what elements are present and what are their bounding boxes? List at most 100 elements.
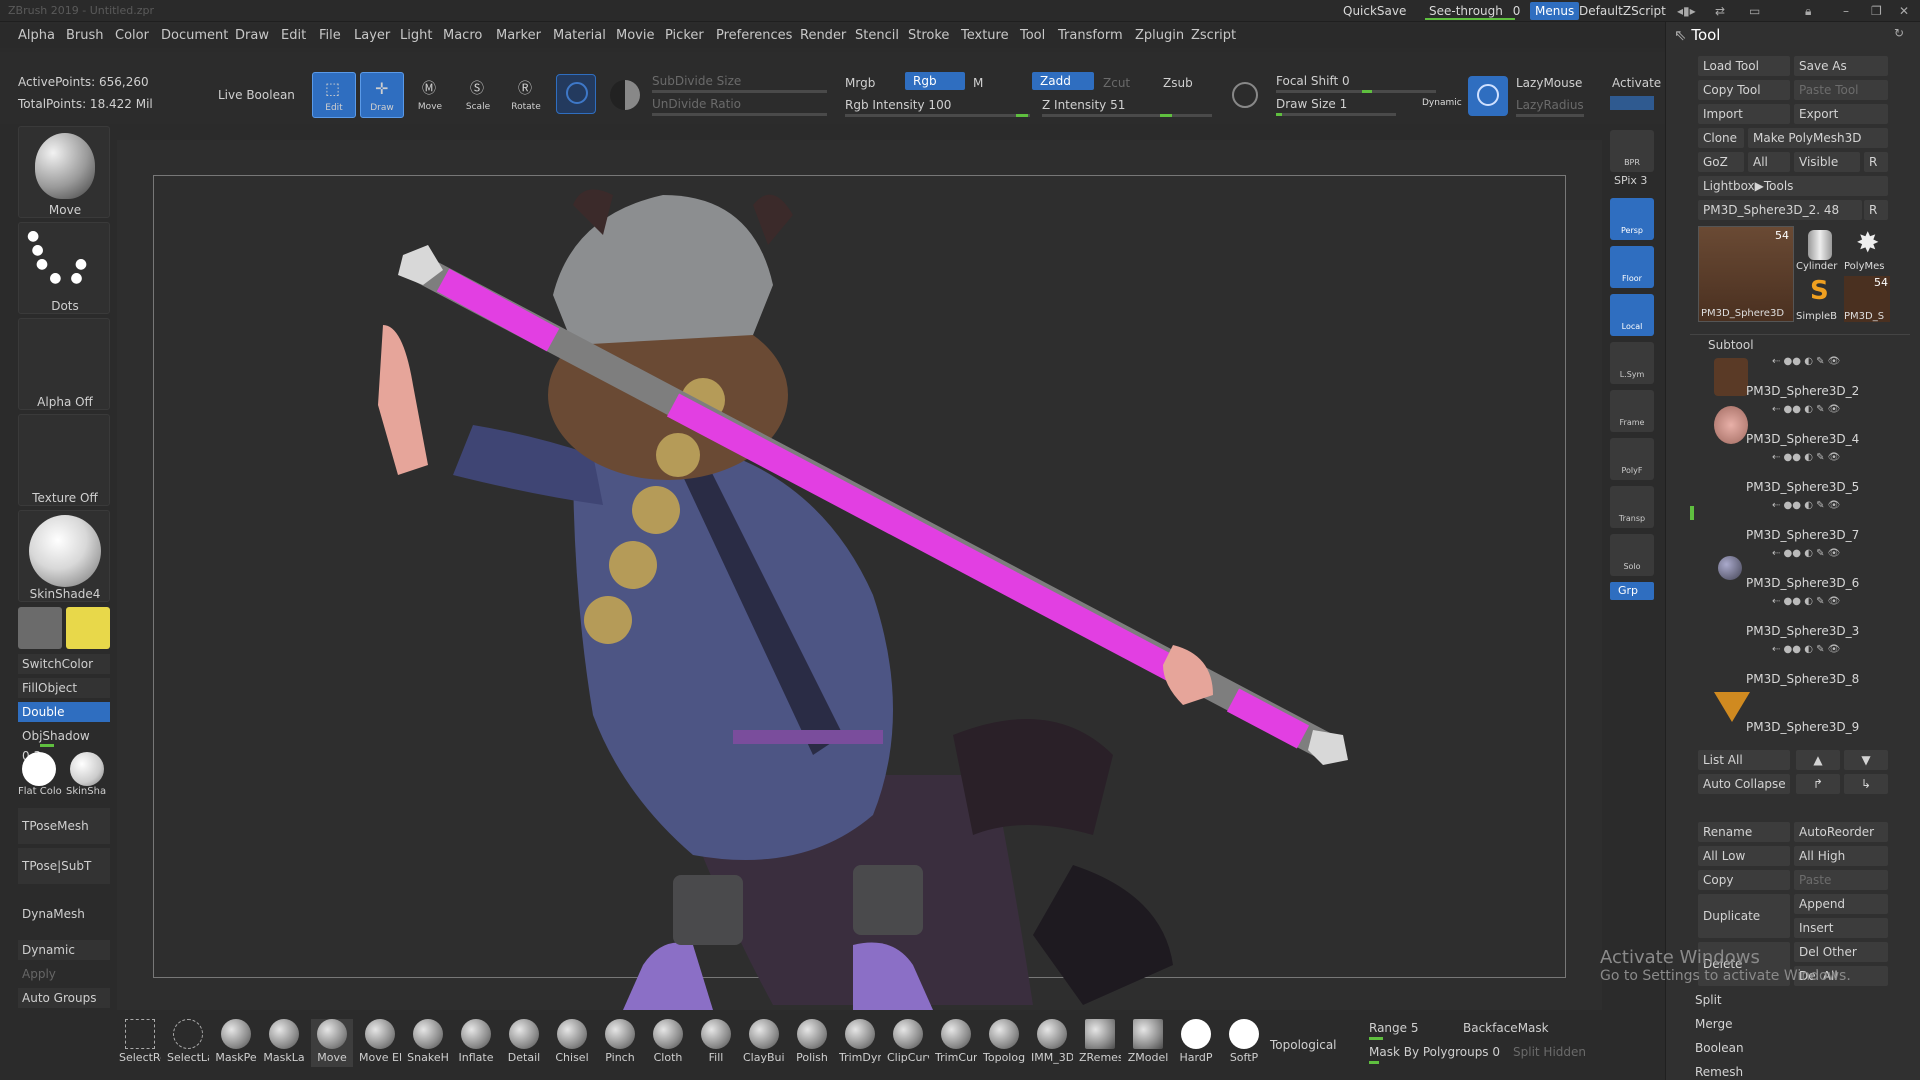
z-intensity-slider[interactable] — [1042, 114, 1212, 117]
brush-slot[interactable]: MaskLa — [263, 1019, 305, 1067]
list-all-button[interactable]: List All — [1698, 750, 1790, 770]
move-top-icon[interactable]: ↱ — [1796, 774, 1840, 794]
focal-shift[interactable]: Focal Shift 0 — [1276, 74, 1350, 88]
bpr-button[interactable]: BPR — [1610, 130, 1654, 172]
solo-button[interactable]: Solo — [1610, 534, 1654, 576]
menu-light[interactable]: Light — [400, 28, 432, 43]
skinshade-icon[interactable] — [70, 752, 104, 786]
mask-by-polygroups-slider[interactable]: Mask By Polygroups 0 — [1369, 1045, 1500, 1059]
brush-slot[interactable]: Fill — [695, 1019, 737, 1067]
tool-thumb-simpleb[interactable]: S SimpleB — [1796, 276, 1842, 322]
fillobject-button[interactable]: FillObject — [18, 678, 110, 698]
apply-button[interactable]: Apply — [18, 964, 110, 984]
persp-button[interactable]: Persp — [1610, 198, 1654, 240]
zadd-button[interactable]: Zadd — [1032, 72, 1094, 90]
model-render[interactable] — [153, 175, 1566, 1010]
brush-slot[interactable]: ClipCurv — [887, 1019, 929, 1067]
brush-slot[interactable]: Inflate — [455, 1019, 497, 1067]
brush-slot[interactable]: Move El — [359, 1019, 401, 1067]
menu-transform[interactable]: Transform — [1058, 28, 1123, 43]
menu-layer[interactable]: Layer — [354, 28, 390, 43]
make-polymesh3d-button[interactable]: Make PolyMesh3D — [1748, 128, 1888, 148]
texture-thumbnail[interactable]: Texture Off — [18, 414, 110, 506]
merge-menu[interactable]: Merge — [1690, 1014, 1890, 1034]
brush-slot[interactable]: ClayBuil — [743, 1019, 785, 1067]
subdivide-size-slider[interactable] — [652, 90, 827, 93]
lazyradius-slider[interactable] — [1516, 114, 1584, 117]
move-bottom-icon[interactable]: ↳ — [1844, 774, 1888, 794]
lightbox-tools-button[interactable]: Lightbox▶Tools — [1698, 176, 1888, 196]
rgb-intensity[interactable]: Rgb Intensity 100 — [845, 98, 951, 112]
menu-tool[interactable]: Tool — [1020, 28, 1045, 43]
brush-thumbnail[interactable]: Move — [18, 126, 110, 218]
split-menu[interactable]: Split — [1690, 990, 1890, 1010]
subtool-item[interactable]: ⇠ ●● ◐ ✎ 👁︎ PM3D_Sphere3D_8 — [1714, 644, 1884, 690]
swap-icon[interactable]: ⇄ — [1710, 2, 1730, 20]
brush-slot[interactable]: SelectLa — [167, 1019, 209, 1067]
scale-button[interactable]: Ⓢ Scale — [456, 72, 500, 118]
subtool-item[interactable]: ⇠ ●● ◐ ✎ 👁︎ PM3D_Sphere3D_3 — [1714, 596, 1884, 642]
subtool-visibility-icon[interactable]: ⇠ ●● ◐ ✎ 👁︎ — [1772, 452, 1840, 463]
dynamic-button[interactable]: Dynamic — [1422, 98, 1462, 108]
tool-panel-title[interactable]: ⇖ Tool — [1674, 26, 1720, 44]
menus-button[interactable]: Menus — [1530, 2, 1580, 20]
menu-alpha[interactable]: Alpha — [18, 28, 55, 43]
insert-button[interactable]: Insert — [1794, 918, 1888, 938]
window-icon[interactable]: ▭ — [1744, 2, 1765, 20]
import-button[interactable]: Import — [1698, 104, 1790, 124]
brush-slot[interactable]: TrimDyn — [839, 1019, 881, 1067]
floor-button[interactable]: Floor — [1610, 246, 1654, 288]
alpha-thumbnail[interactable]: Alpha Off — [18, 318, 110, 410]
main-color-swatch[interactable] — [66, 607, 110, 649]
tposemesh-button[interactable]: TPoseMesh — [18, 808, 110, 844]
subtool-item[interactable]: ⇠ ●● ◐ ✎ 👁︎ PM3D_Sphere3D_6 — [1714, 548, 1884, 594]
focal-shift-slider[interactable] — [1276, 90, 1436, 93]
brush-slot[interactable]: Move — [311, 1019, 353, 1067]
menu-texture[interactable]: Texture — [961, 28, 1009, 43]
subtool-visibility-icon[interactable]: ⇠ ●● ◐ ✎ 👁︎ — [1772, 356, 1840, 367]
brush-slot[interactable]: Cloth — [647, 1019, 689, 1067]
subtool-header[interactable]: Subtool — [1708, 338, 1754, 352]
copy-tool-button[interactable]: Copy Tool — [1698, 80, 1790, 100]
goz-visible-button[interactable]: Visible — [1794, 152, 1860, 172]
brush-slot[interactable]: MaskPe — [215, 1019, 257, 1067]
menu-zplugin[interactable]: Zplugin — [1135, 28, 1184, 43]
duplicate-button[interactable]: Duplicate — [1698, 894, 1790, 938]
move-down-icon[interactable]: ▼ — [1844, 750, 1888, 770]
subtool-item[interactable]: ⇠ ●● ◐ ✎ 👁︎ PM3D_Sphere3D_5 — [1714, 452, 1884, 498]
move-button[interactable]: Ⓜ Move — [408, 72, 452, 118]
brush-slot[interactable]: ZRemes — [1079, 1019, 1121, 1067]
menu-stencil[interactable]: Stencil — [855, 28, 899, 43]
menu-render[interactable]: Render — [800, 28, 846, 43]
rotate-button[interactable]: Ⓡ Rotate — [504, 72, 548, 118]
polyf-button[interactable]: PolyF — [1610, 438, 1654, 480]
draw-button[interactable]: ✛ Draw — [360, 72, 404, 118]
mrgb-button[interactable]: Mrgb — [845, 76, 875, 90]
load-tool-button[interactable]: Load Tool — [1698, 56, 1790, 76]
zcut-button[interactable]: Zcut — [1103, 76, 1130, 90]
remesh-menu[interactable]: Remesh — [1690, 1062, 1890, 1080]
menu-material[interactable]: Material — [553, 28, 606, 43]
topological-button[interactable]: Topological — [1270, 1038, 1337, 1052]
lsym-button[interactable]: L.Sym — [1610, 342, 1654, 384]
switchcolor-button[interactable]: SwitchColor — [18, 654, 110, 674]
menu-edit[interactable]: Edit — [281, 28, 306, 43]
local-button[interactable]: Local — [1610, 294, 1654, 336]
tool-thumb-polymesh[interactable]: ✸ PolyMes — [1844, 226, 1890, 272]
menu-picker[interactable]: Picker — [665, 28, 704, 43]
clone-button[interactable]: Clone — [1698, 128, 1744, 148]
symmetry-button[interactable] — [556, 74, 596, 114]
subtool-visibility-icon[interactable]: ⇠ ●● ◐ ✎ 👁︎ — [1772, 644, 1840, 655]
dynamic-toggle[interactable]: Dynamic — [18, 940, 110, 960]
subtool-scroll-indicator[interactable] — [1690, 506, 1694, 520]
maximize-icon[interactable]: ❐ — [1866, 2, 1887, 20]
double-button[interactable]: Double — [18, 702, 110, 722]
tool-thumb-pm3d[interactable]: 54 PM3D_S — [1844, 276, 1890, 322]
menu-brush[interactable]: Brush — [66, 28, 104, 43]
menu-macro[interactable]: Macro — [443, 28, 482, 43]
tool-thumb-main[interactable]: 54 PM3D_Sphere3D — [1698, 226, 1794, 322]
dynamesh-button[interactable]: DynaMesh — [18, 896, 110, 932]
all-low-button[interactable]: All Low — [1698, 846, 1790, 866]
m-button[interactable]: M — [973, 76, 983, 90]
z-intensity[interactable]: Z Intensity 51 — [1042, 98, 1125, 112]
